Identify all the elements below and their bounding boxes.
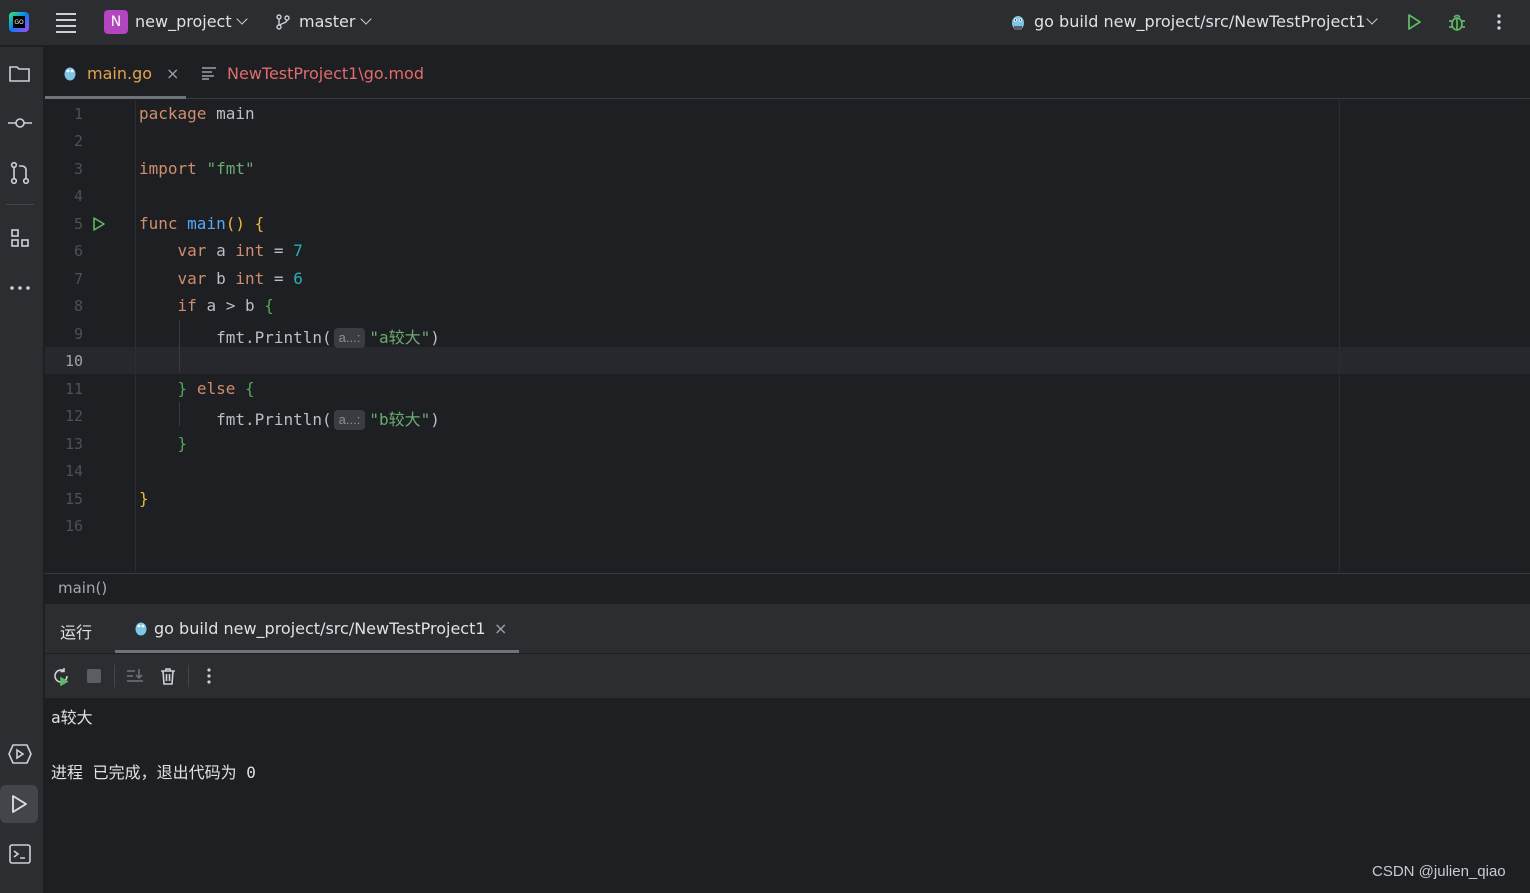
- tab-main-go[interactable]: main.go ×: [61, 47, 179, 99]
- git-branch-icon[interactable]: [274, 13, 292, 31]
- line-number: 5: [73, 215, 83, 233]
- current-line-highlight: [45, 347, 1530, 374]
- editor-tab-bar: main.go × NewTestProject1\go.mod: [45, 47, 1530, 99]
- go-file-icon: [64, 67, 76, 81]
- toolbar-separator: [114, 665, 115, 687]
- line-number: 15: [64, 490, 83, 508]
- line-number: 3: [73, 160, 83, 178]
- chevron-down-icon[interactable]: [1366, 13, 1378, 25]
- code-line: } else {: [177, 379, 255, 398]
- code-line: func main() {: [139, 214, 265, 233]
- separator: [6, 204, 34, 205]
- line-number: 11: [64, 380, 83, 398]
- line-number: 14: [64, 462, 83, 480]
- active-tab-indicator: [115, 650, 519, 653]
- run-tool-window-icon[interactable]: [0, 785, 38, 823]
- right-margin-guide: [1339, 100, 1340, 572]
- active-tab-indicator: [45, 96, 186, 99]
- run-tool-window: 运行 go build new_project/src/NewTestProje…: [45, 604, 1530, 893]
- console-output[interactable]: a较大 进程 已完成，退出代码为 0: [45, 698, 1530, 893]
- run-tab-label[interactable]: go build new_project/src/NewTestProject1: [154, 619, 486, 638]
- scroll-to-end-icon[interactable]: [125, 666, 145, 686]
- run-panel-title: 运行: [60, 623, 93, 642]
- commit-icon[interactable]: [7, 110, 33, 136]
- run-gutter-icon[interactable]: [91, 216, 107, 232]
- code-line: }: [139, 489, 149, 508]
- line-number: 8: [73, 297, 83, 315]
- watermark: CSDN @julien_qiao: [1372, 863, 1506, 880]
- title-bar: GO N new_project master go build new_pro…: [0, 0, 1530, 46]
- more-vertical-icon[interactable]: [199, 666, 219, 686]
- code-editor[interactable]: 1 2 3 4 5 6 7 8 9 10 11 12 13 14 15 16 p…: [45, 100, 1530, 572]
- text-file-icon: [202, 67, 216, 80]
- close-tab-icon[interactable]: ×: [166, 64, 179, 83]
- line-number: 2: [73, 132, 83, 150]
- line-number: 6: [73, 242, 83, 260]
- project-folder-icon[interactable]: [7, 61, 33, 87]
- project-badge[interactable]: N: [104, 10, 128, 34]
- stop-icon[interactable]: [84, 666, 104, 686]
- toolbar-separator: [188, 665, 189, 687]
- branch-name[interactable]: master: [299, 12, 355, 31]
- code-line: if a > b {: [177, 296, 274, 315]
- more-tools-icon[interactable]: [7, 275, 33, 301]
- left-tool-window-bar: [0, 47, 44, 893]
- goland-logo-icon[interactable]: GO: [8, 11, 30, 33]
- tab-go-mod[interactable]: NewTestProject1\go.mod: [201, 47, 424, 99]
- gopher-icon: [1012, 16, 1024, 30]
- line-number: 13: [64, 435, 83, 453]
- code-line: var b int = 6: [177, 269, 303, 288]
- project-name[interactable]: new_project: [135, 12, 232, 31]
- parameter-hint: a...:: [333, 410, 366, 430]
- code-line: fmt.Println(a...: "a较大"): [216, 328, 440, 348]
- code-line: }: [177, 434, 188, 453]
- parameter-hint: a...:: [333, 328, 366, 348]
- terminal-icon[interactable]: [7, 841, 33, 867]
- line-number: 4: [73, 187, 83, 205]
- console-line: 进程 已完成，退出代码为 0: [51, 763, 256, 782]
- breadcrumb: main(): [45, 573, 1530, 603]
- debug-bug-icon[interactable]: [1446, 11, 1468, 33]
- run-panel-header: 运行 go build new_project/src/NewTestProje…: [45, 604, 1530, 654]
- chevron-down-icon[interactable]: [360, 13, 372, 25]
- rerun-icon[interactable]: [51, 666, 71, 686]
- line-number: 16: [64, 517, 83, 535]
- code-line: fmt.Println(a...: "b较大"): [216, 410, 440, 430]
- run-icon[interactable]: [1404, 12, 1424, 32]
- tab-label: NewTestProject1\go.mod: [227, 63, 424, 83]
- line-number: 7: [73, 270, 83, 288]
- structure-icon[interactable]: [7, 225, 33, 251]
- line-number-current: 10: [64, 352, 83, 370]
- main-menu-icon[interactable]: [56, 12, 78, 34]
- clear-trash-icon[interactable]: [158, 666, 178, 686]
- gopher-icon: [135, 622, 147, 636]
- gutter-separator: [135, 100, 136, 572]
- code-line: package main: [139, 104, 255, 123]
- run-toolbar: [45, 655, 1530, 697]
- line-number: 1: [73, 105, 83, 123]
- code-line: import "fmt": [139, 159, 255, 178]
- code-line: var a int = 7: [177, 241, 303, 260]
- svg-text:GO: GO: [14, 19, 24, 26]
- console-line: a较大: [51, 708, 93, 727]
- tab-label: main.go: [87, 63, 153, 83]
- close-tab-icon[interactable]: ×: [494, 619, 507, 638]
- chevron-down-icon[interactable]: [236, 13, 248, 25]
- line-number: 9: [73, 325, 83, 343]
- more-vertical-icon[interactable]: [1490, 12, 1508, 32]
- line-number: 12: [64, 407, 83, 425]
- breadcrumb-item[interactable]: main(): [58, 579, 107, 597]
- pull-requests-icon[interactable]: [7, 160, 33, 186]
- services-icon[interactable]: [7, 741, 33, 767]
- run-configuration-selector[interactable]: go build new_project/src/NewTestProject1: [1034, 12, 1366, 31]
